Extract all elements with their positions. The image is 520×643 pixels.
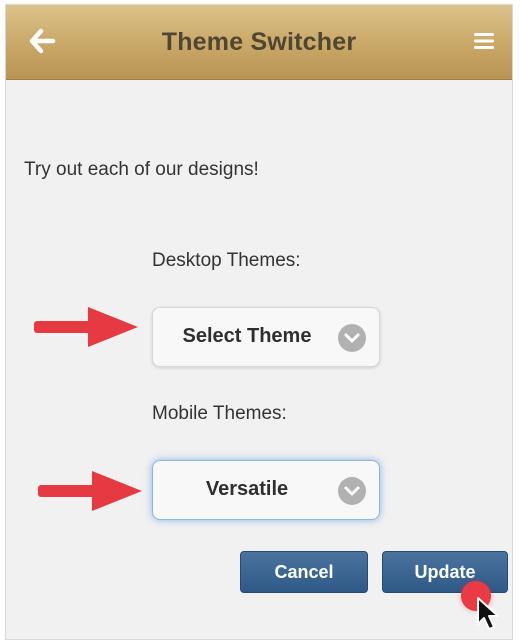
menu-button[interactable] (468, 25, 500, 57)
chevron-down-icon (337, 476, 367, 506)
desktop-theme-value: Select Theme (182, 325, 312, 347)
page-title: Theme Switcher (161, 28, 357, 56)
mobile-theme-select[interactable]: Versatile (152, 460, 380, 520)
red-arrow-icon (38, 471, 142, 511)
mobile-theme-value: Versatile (205, 478, 289, 500)
update-button[interactable]: Update (382, 551, 508, 593)
cancel-button[interactable]: Cancel (240, 551, 368, 593)
desktop-theme-select[interactable]: Select Theme (152, 307, 380, 367)
chevron-down-icon (337, 323, 367, 353)
menu-icon (474, 33, 494, 49)
app-header: Theme Switcher (6, 5, 512, 80)
mouse-cursor-icon (477, 597, 499, 630)
intro-text: Try out each of our designs! (24, 159, 259, 180)
desktop-themes-label: Desktop Themes: (152, 250, 301, 271)
mobile-themes-label: Mobile Themes: (152, 403, 287, 424)
mobile-screen: Theme Switcher Try out each of our desig… (5, 4, 513, 640)
red-arrow-icon (34, 307, 138, 347)
